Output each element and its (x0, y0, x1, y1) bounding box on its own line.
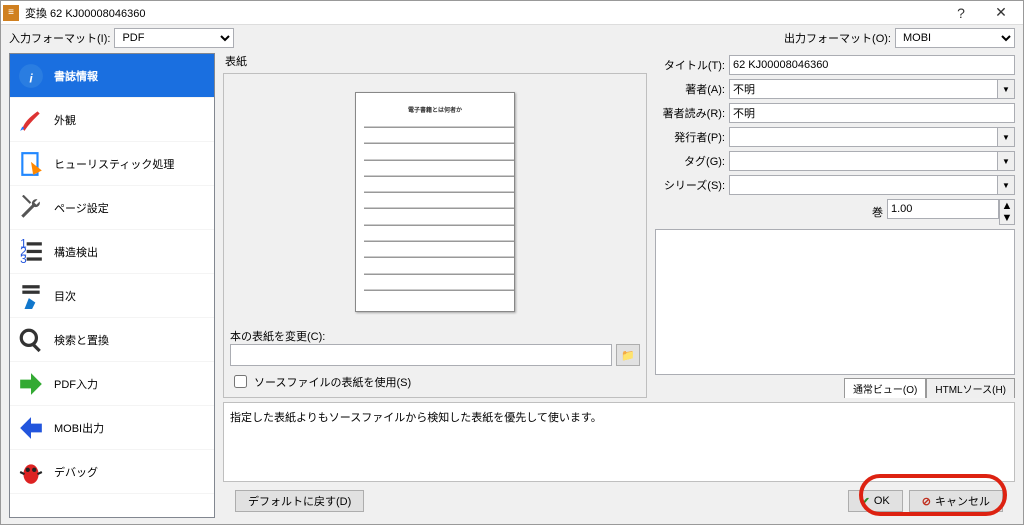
sidebar-item-label: 構造検出 (54, 244, 98, 260)
button-bar: デフォルトに戻す(D) ✔ OK ⊘ キャンセル (223, 486, 1015, 520)
hint-panel: 指定した表紙よりもソースファイルから検知した表紙を優先して使います。 (223, 402, 1015, 482)
app-icon: ≡ (3, 5, 19, 21)
titlebar: ≡ 変換 62 KJ00008046360 ? ✕ (1, 1, 1023, 25)
sidebar-item-label: 外観 (54, 112, 76, 128)
check-icon: ✔ (861, 495, 870, 508)
browse-cover-button[interactable]: 📁 (616, 344, 640, 366)
window-title: 変換 62 KJ00008046360 (25, 5, 941, 21)
bug-icon (16, 457, 46, 487)
input-format-select[interactable]: PDF (114, 28, 234, 48)
help-button[interactable]: ? (941, 2, 981, 24)
sidebar-item-toc[interactable]: 目次 (10, 274, 214, 318)
sidebar-item-search-replace[interactable]: 検索と置換 (10, 318, 214, 362)
sidebar-item-heuristic[interactable]: ヒューリスティック処理 (10, 142, 214, 186)
sidebar-item-label: PDF入力 (54, 376, 98, 392)
tab-normal-view[interactable]: 通常ビュー(O) (844, 378, 926, 398)
page-tag-icon (16, 149, 46, 179)
wrench-icon (16, 193, 46, 223)
hint-text: 指定した表紙よりもソースファイルから検知した表紙を優先して使います。 (230, 412, 602, 424)
series-index-input[interactable] (887, 199, 999, 219)
folder-icon: 📁 (621, 349, 635, 362)
cover-preview: 電子書籍とは何者か ――――――――――――――――――――――――――――――… (230, 80, 640, 324)
series-index-spinner[interactable]: ▲▼ (999, 199, 1015, 225)
author-label: 著者(A): (655, 81, 725, 97)
cancel-icon: ⊘ (922, 495, 931, 508)
metadata-panel: タイトル(T): 著者(A): ▼ 著者読み(R): (655, 53, 1015, 398)
use-source-cover-label: ソースファイルの表紙を使用(S) (254, 374, 411, 390)
sidebar-item-label: 検索と置換 (54, 332, 109, 348)
cancel-button[interactable]: ⊘ キャンセル (909, 490, 1003, 512)
sidebar-item-structure[interactable]: 123 構造検出 (10, 230, 214, 274)
input-format-label: 入力フォーマット(I): (9, 30, 110, 46)
arrow-right-green-icon (16, 369, 46, 399)
sidebar-item-mobi-output[interactable]: MOBI出力 (10, 406, 214, 450)
comments-box[interactable] (655, 229, 1015, 375)
sidebar-item-page-setup[interactable]: ページ設定 (10, 186, 214, 230)
tags-label: タグ(G): (655, 153, 725, 169)
sidebar-item-label: ページ設定 (54, 200, 109, 216)
output-format-label: 出力フォーマット(O): (784, 30, 891, 46)
restore-defaults-button[interactable]: デフォルトに戻す(D) (235, 490, 364, 512)
change-cover-label: 本の表紙を変更(C): (230, 328, 640, 344)
cover-thumbnail: 電子書籍とは何者か ――――――――――――――――――――――――――――――… (355, 92, 515, 312)
arrow-left-blue-icon (16, 413, 46, 443)
title-input[interactable] (729, 55, 1015, 75)
author-sort-input[interactable] (729, 103, 1015, 123)
publisher-dropdown[interactable]: ▼ (997, 127, 1015, 147)
tags-dropdown[interactable]: ▼ (997, 151, 1015, 171)
change-cover-input[interactable] (230, 344, 612, 366)
info-icon: i (16, 61, 46, 91)
sidebar-item-metadata[interactable]: i 書誌情報 (10, 54, 214, 98)
author-input[interactable] (729, 79, 997, 99)
use-source-cover-checkbox[interactable]: ソースファイルの表紙を使用(S) (230, 372, 640, 391)
title-label: タイトル(T): (655, 57, 725, 73)
series-label: シリーズ(S): (655, 177, 725, 193)
sidebar-item-label: デバッグ (54, 464, 98, 480)
publisher-label: 発行者(P): (655, 129, 725, 145)
ok-button[interactable]: ✔ OK (848, 490, 903, 512)
svg-text:3: 3 (20, 251, 27, 264)
series-input[interactable] (729, 175, 997, 195)
sidebar-item-label: ヒューリスティック処理 (54, 156, 174, 172)
series-dropdown[interactable]: ▼ (997, 175, 1015, 195)
output-format-select[interactable]: MOBI (895, 28, 1015, 48)
list-123-icon: 123 (16, 237, 46, 267)
author-dropdown[interactable]: ▼ (997, 79, 1015, 99)
author-sort-label: 著者読み(R): (655, 105, 725, 121)
close-button[interactable]: ✕ (981, 2, 1021, 24)
sidebar: i 書誌情報 外観 ヒューリスティック処理 (9, 53, 215, 518)
publisher-input[interactable] (729, 127, 997, 147)
dialog-window: ≡ 変換 62 KJ00008046360 ? ✕ 入力フォーマット(I): P… (0, 0, 1024, 525)
tab-html-source[interactable]: HTMLソース(H) (926, 378, 1015, 398)
sidebar-item-label: 書誌情報 (54, 68, 98, 84)
brush-icon (16, 105, 46, 135)
hand-point-icon (16, 281, 46, 311)
series-index-label: 巻 (872, 204, 883, 220)
sidebar-item-look-feel[interactable]: 外観 (10, 98, 214, 142)
format-bar: 入力フォーマット(I): PDF 出力フォーマット(O): MOBI (1, 25, 1023, 51)
magnifier-icon (16, 325, 46, 355)
sidebar-item-debug[interactable]: デバッグ (10, 450, 214, 494)
cover-group-title: 表紙 (225, 53, 647, 69)
sidebar-item-label: 目次 (54, 288, 76, 304)
sidebar-item-pdf-input[interactable]: PDF入力 (10, 362, 214, 406)
tags-input[interactable] (729, 151, 997, 171)
sidebar-item-label: MOBI出力 (54, 420, 104, 436)
